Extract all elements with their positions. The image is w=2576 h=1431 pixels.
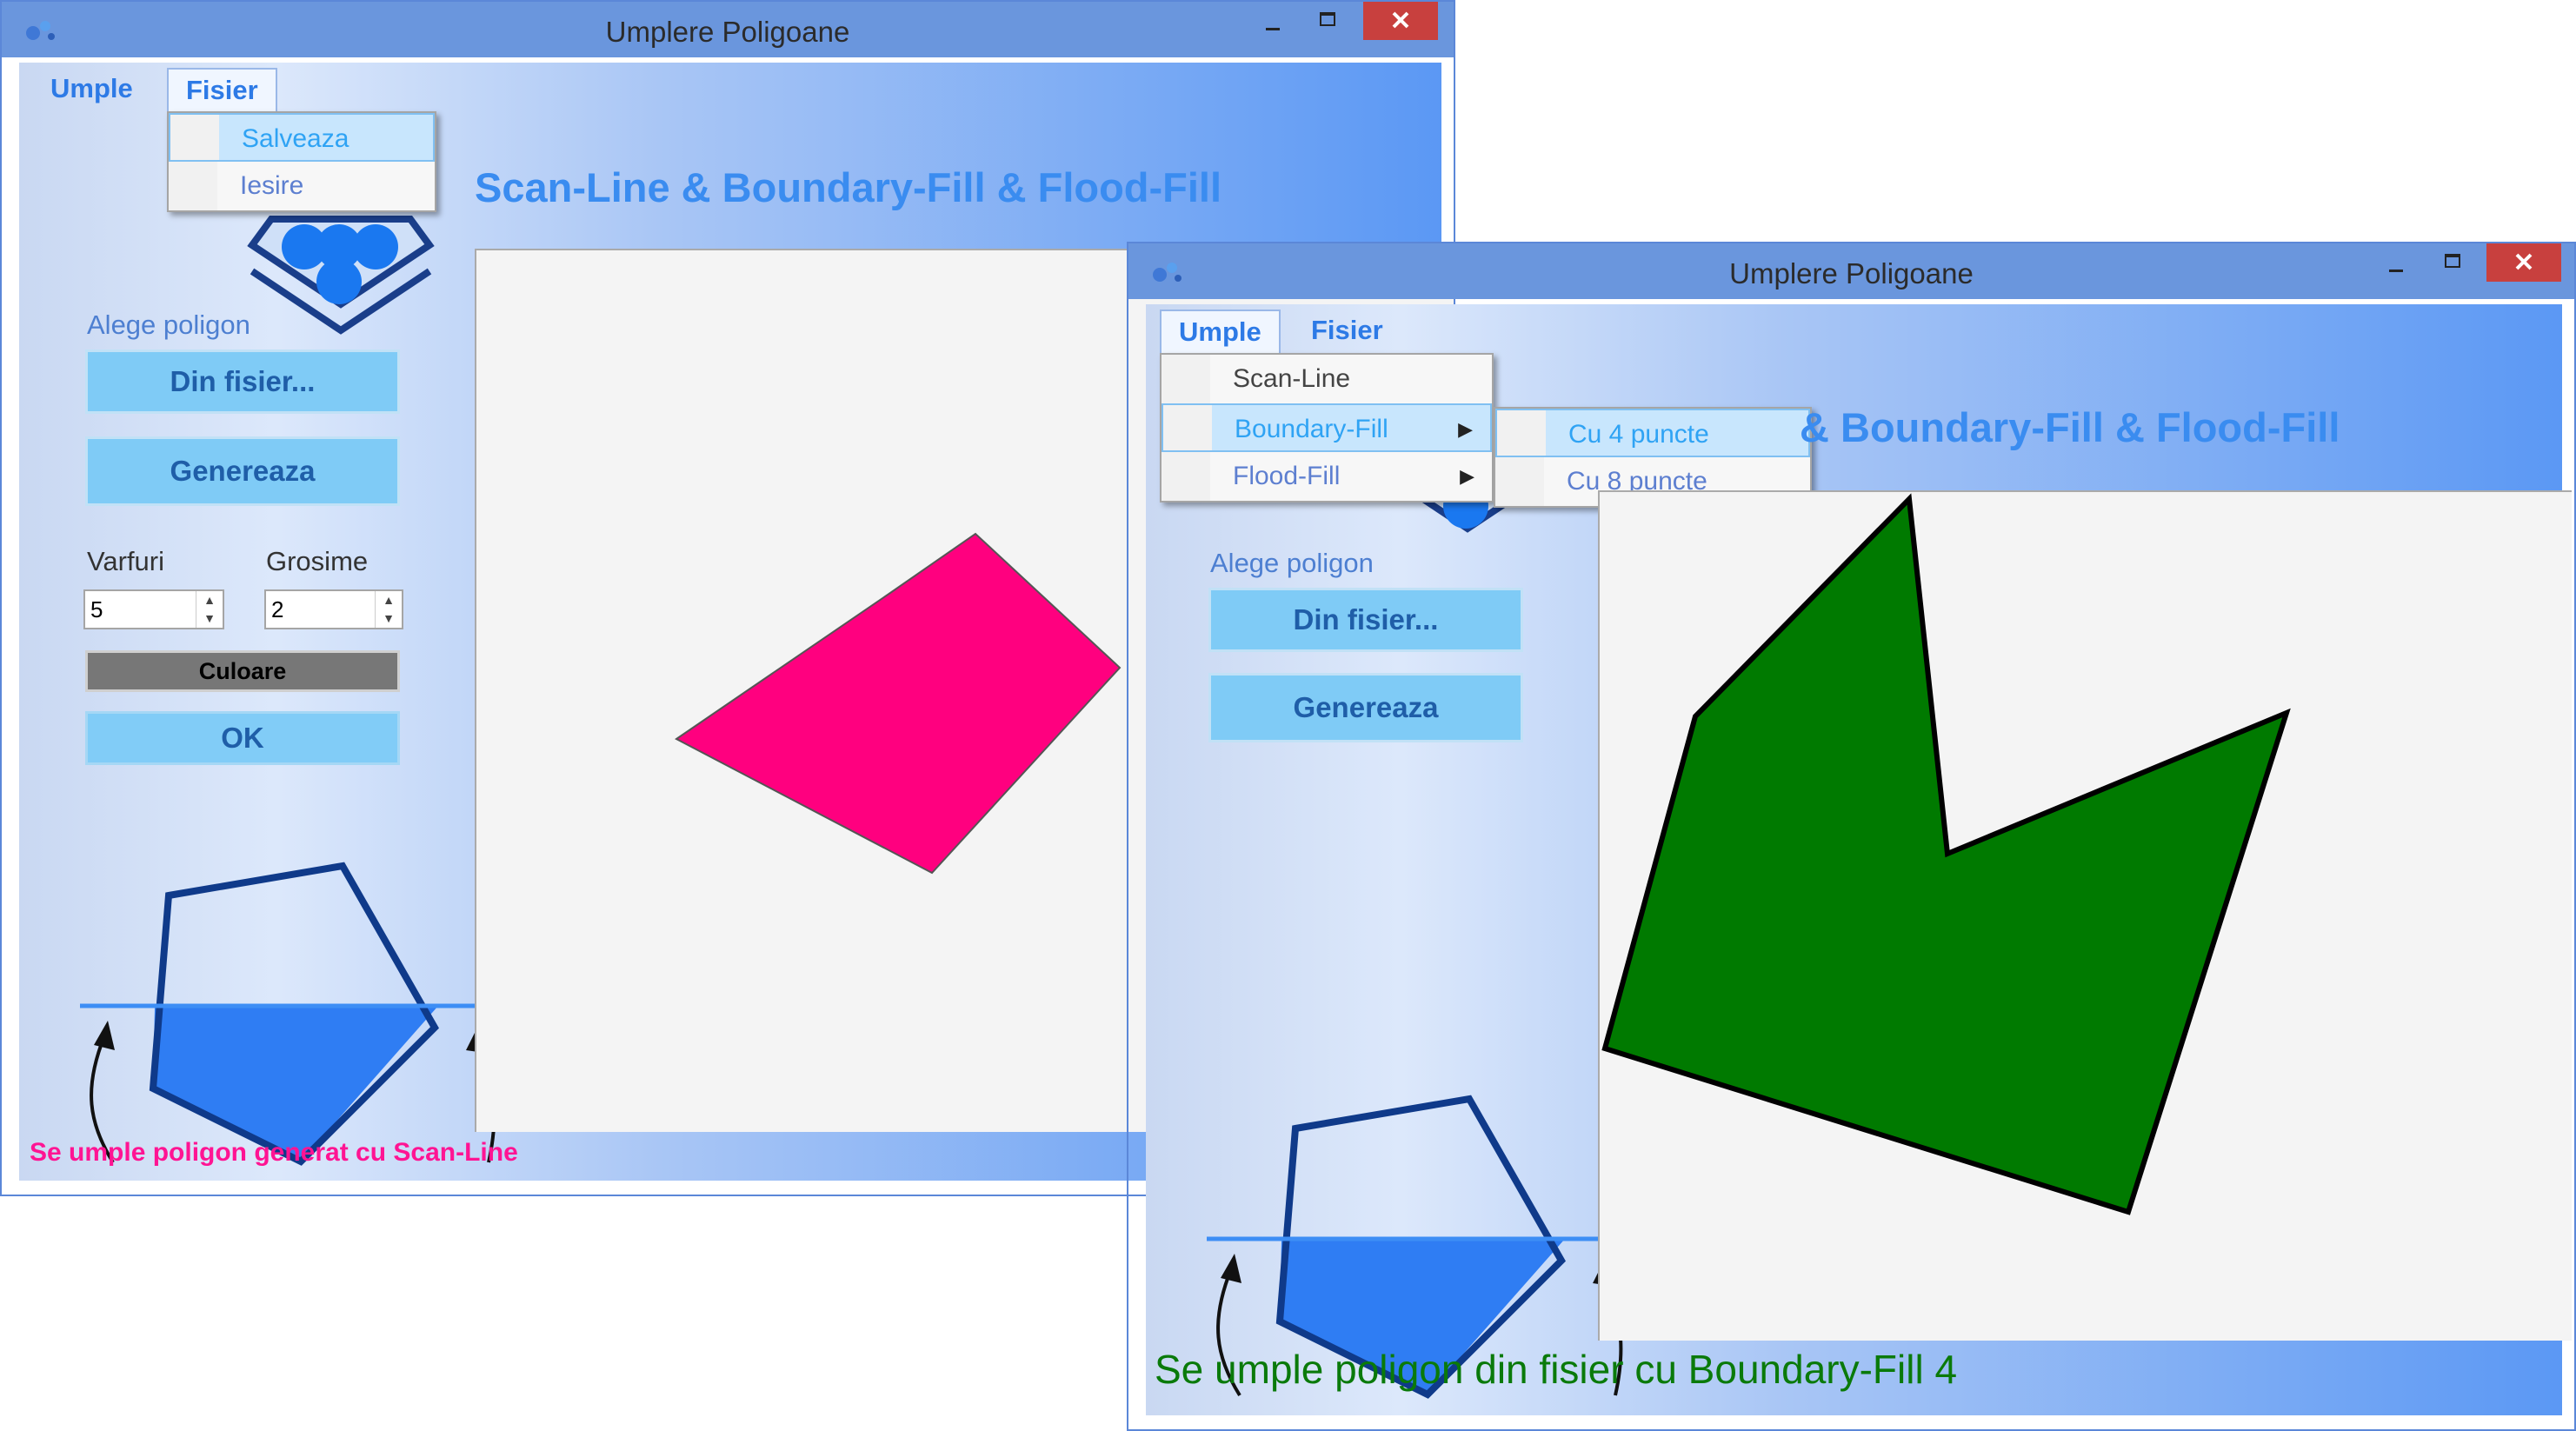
- close-icon[interactable]: [1363, 2, 1438, 40]
- drawing-canvas[interactable]: [1598, 490, 2572, 1341]
- window-title: Umplere Poligoane: [1729, 257, 1974, 290]
- genereaza-button[interactable]: Genereaza: [85, 436, 400, 506]
- grosime-spinner[interactable]: 2 ▲ ▼: [264, 589, 403, 629]
- menu-item-scan-line[interactable]: Scan-Line: [1162, 355, 1492, 403]
- menu-umple[interactable]: Umple: [1160, 309, 1281, 356]
- varfuri-spinner[interactable]: 5 ▲ ▼: [83, 589, 224, 629]
- status-text: Se umple poligon din fisier cu Boundary-…: [1155, 1347, 1958, 1392]
- genereaza-button[interactable]: Genereaza: [1208, 673, 1523, 742]
- title-bar[interactable]: Umplere Poligoane: [1128, 243, 2574, 299]
- title-bar[interactable]: Umplere Poligoane: [2, 2, 1454, 57]
- alege-poligon-label: Alege poligon: [1210, 548, 1374, 578]
- app-heading: Scan-Line & Boundary-Fill & Flood-Fill: [475, 164, 1222, 210]
- umple-dropdown: Scan-Line Boundary-Fill ▶ Flood-Fill ▶: [1160, 353, 1494, 503]
- fisier-dropdown: Salveaza Iesire: [167, 111, 436, 212]
- scanline-illustration: [80, 862, 497, 1166]
- maximize-icon[interactable]: [2427, 243, 2479, 282]
- menu-item-iesire[interactable]: Iesire: [169, 162, 435, 210]
- culoare-button[interactable]: Culoare: [85, 650, 400, 692]
- window-title: Umplere Poligoane: [605, 16, 850, 48]
- spin-arrows-icon[interactable]: ▲ ▼: [375, 591, 402, 628]
- menu-item-cu-4-puncte[interactable]: Cu 4 puncte: [1495, 409, 1810, 457]
- menu-item-boundary-fill[interactable]: Boundary-Fill ▶: [1162, 403, 1492, 452]
- status-text: Se umple poligon generat cu Scan-Line: [30, 1138, 518, 1167]
- grosime-label: Grosime: [266, 546, 369, 576]
- menu-umple[interactable]: Umple: [33, 68, 150, 115]
- menu-item-salveaza[interactable]: Salveaza: [169, 113, 435, 162]
- varfuri-label: Varfuri: [87, 546, 165, 576]
- menu-item-flood-fill[interactable]: Flood-Fill ▶: [1162, 452, 1492, 501]
- filled-polygon: [1601, 493, 2291, 1215]
- main-window-boundary-fill: Umplere Poligoane Umple Fisier Scan-Line…: [1127, 242, 2576, 1431]
- spin-arrows-icon[interactable]: ▲ ▼: [196, 591, 223, 628]
- menu-fisier[interactable]: Fisier: [167, 68, 277, 115]
- ok-button[interactable]: OK: [85, 711, 400, 765]
- menu-fisier[interactable]: Fisier: [1294, 309, 1401, 356]
- alege-poligon-label: Alege poligon: [87, 309, 250, 340]
- minimize-icon[interactable]: [2370, 243, 2422, 282]
- din-fisier-button[interactable]: Din fisier...: [1208, 588, 1523, 652]
- minimize-icon[interactable]: [1247, 2, 1299, 40]
- app-heading: & Boundary-Fill & Flood-Fill: [1800, 404, 2340, 450]
- submenu-arrow-icon: ▶: [1458, 418, 1473, 440]
- submenu-arrow-icon: ▶: [1460, 465, 1474, 487]
- din-fisier-button[interactable]: Din fisier...: [85, 349, 400, 414]
- maximize-icon[interactable]: [1302, 2, 1355, 40]
- close-icon[interactable]: [2486, 243, 2561, 282]
- client-area: Umple Fisier Scan-Line Boundary-Fill ▶ Fl…: [1146, 304, 2572, 1415]
